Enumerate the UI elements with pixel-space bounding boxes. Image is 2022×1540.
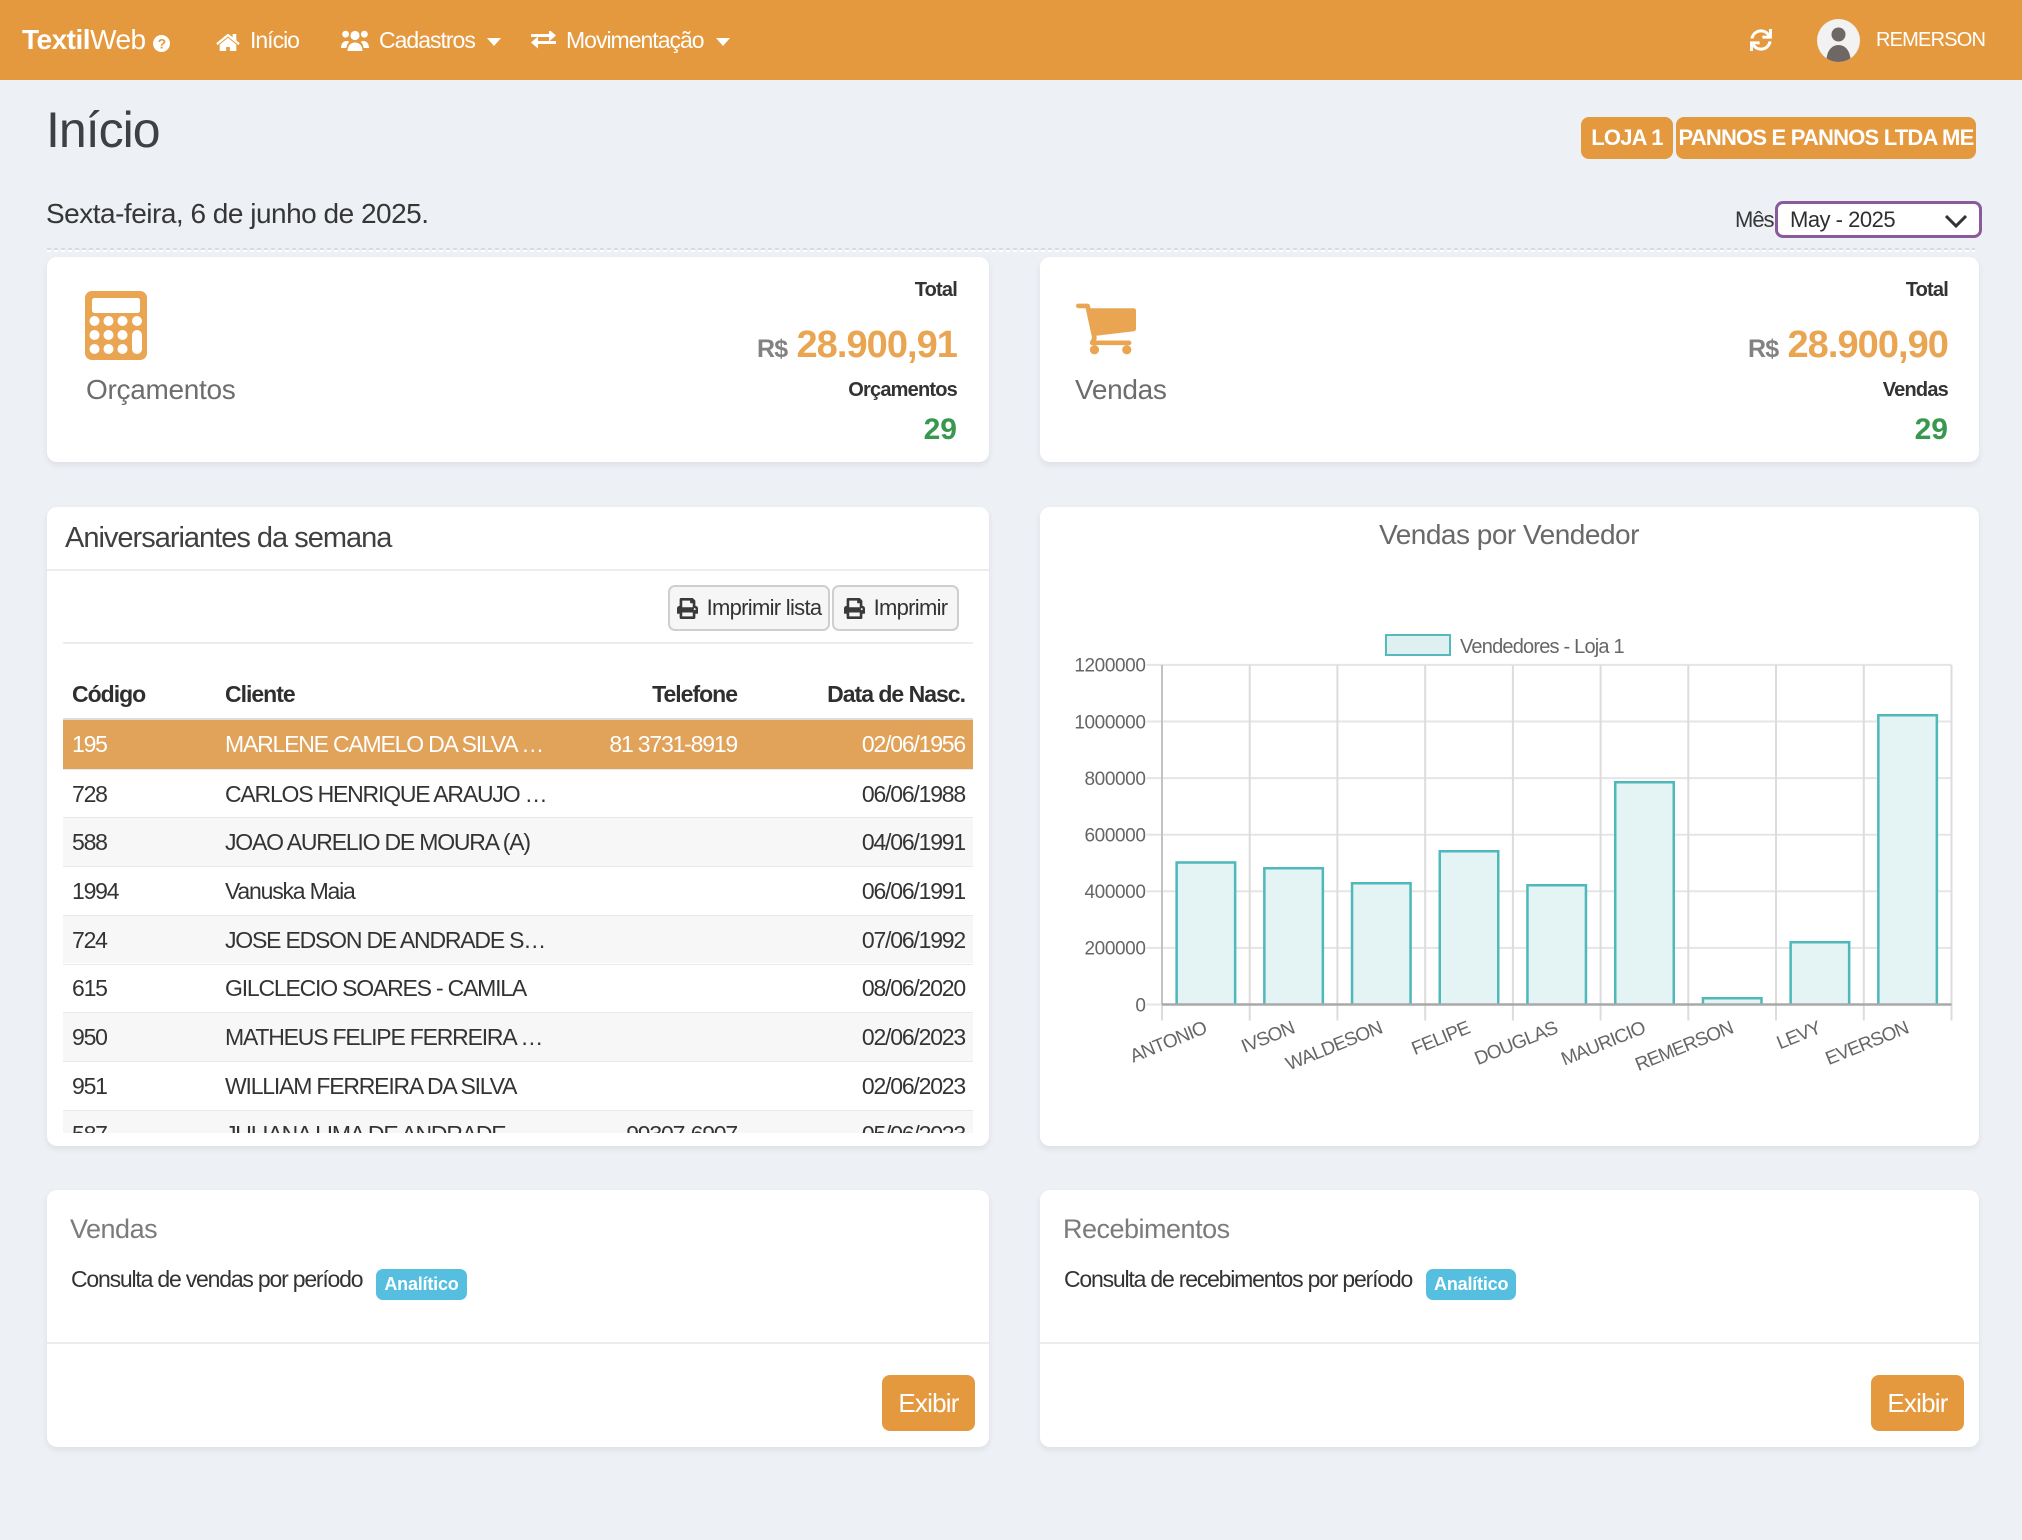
svg-text:?: ? [158,35,166,51]
svg-text:IVSON: IVSON [1238,1018,1297,1058]
svg-text:ANTONIO: ANTONIO [1127,1018,1210,1068]
svg-text:0: 0 [1135,995,1145,1016]
svg-text:REMERSON: REMERSON [1632,1018,1736,1076]
svg-text:FELIPE: FELIPE [1409,1018,1473,1060]
svg-text:1000000: 1000000 [1074,712,1145,733]
svg-text:EVERSON: EVERSON [1823,1018,1912,1070]
svg-text:Vendedores - Loja 1: Vendedores - Loja 1 [1460,636,1625,658]
svg-text:DOUGLAS: DOUGLAS [1472,1018,1561,1070]
svg-text:400000: 400000 [1084,882,1145,903]
svg-text:WALDESON: WALDESON [1283,1018,1385,1076]
svg-text:200000: 200000 [1084,939,1145,960]
svg-text:1200000: 1200000 [1074,656,1145,677]
svg-text:600000: 600000 [1084,826,1145,847]
svg-text:800000: 800000 [1084,769,1145,790]
svg-text:Vendas por Vendedor: Vendas por Vendedor [1379,519,1639,550]
svg-text:LEVY: LEVY [1774,1017,1825,1054]
